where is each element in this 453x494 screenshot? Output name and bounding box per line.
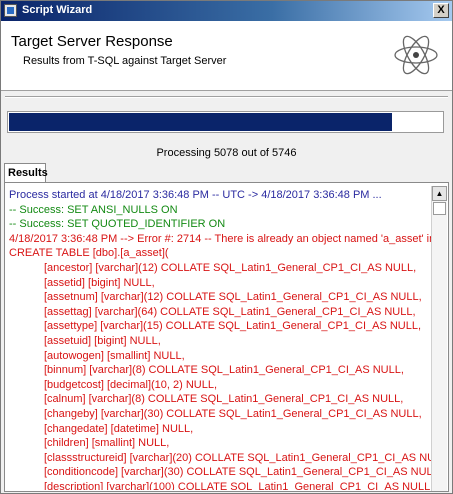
log-line: -- Success: SET ANSI_NULLS ON <box>9 203 178 216</box>
app-icon <box>4 4 17 17</box>
results-pane[interactable]: Process started at 4/18/2017 3:36:48 PM … <box>4 182 449 492</box>
log-line: [changeby] [varchar](30) COLLATE SQL_Lat… <box>44 407 422 420</box>
log-line: [autowogen] [smallint] NULL, <box>44 349 185 362</box>
log-line: [description] [varchar](100) COLLATE SQL… <box>44 480 431 490</box>
log-line: [ancestor] [varchar](12) COLLATE SQL_Lat… <box>44 261 417 274</box>
scroll-up-icon[interactable]: ▲ <box>432 186 447 201</box>
log-line: -- Success: SET QUOTED_IDENTIFIER ON <box>9 218 226 231</box>
vertical-scrollbar[interactable]: ▲ <box>431 186 447 491</box>
log-line: [assetuid] [bigint] NULL, <box>44 334 161 347</box>
close-button[interactable]: X <box>433 3 449 18</box>
log-line: [assettype] [varchar](15) COLLATE SQL_La… <box>44 320 422 333</box>
scroll-thumb[interactable] <box>433 202 446 215</box>
log-line: [binnum] [varchar](8) COLLATE SQL_Latin1… <box>44 364 404 377</box>
log-line: [assetid] [bigint] NULL, <box>44 276 155 289</box>
log-line: [assetnum] [varchar](12) COLLATE SQL_Lat… <box>44 291 422 304</box>
log-line: [calnum] [varchar](8) COLLATE SQL_Latin1… <box>44 393 404 406</box>
title-bar[interactable]: Script Wizard X <box>1 1 452 21</box>
log-line: CREATE TABLE [dbo].[a_asset]( <box>9 247 169 260</box>
window-title: Script Wizard <box>22 4 93 16</box>
log-line: 4/18/2017 3:36:48 PM --> Error #: 2714 -… <box>9 232 431 245</box>
wizard-header: Target Server Response Results from T-SQ… <box>1 21 452 91</box>
atom-icon <box>394 35 438 75</box>
log-line: [assettag] [varchar](64) COLLATE SQL_Lat… <box>44 305 416 318</box>
log-line: [children] [smallint] NULL, <box>44 437 170 450</box>
log-line: [classstructureid] [varchar](20) COLLATE… <box>44 451 431 464</box>
results-log[interactable]: Process started at 4/18/2017 3:36:48 PM … <box>9 188 431 490</box>
log-line: [conditioncode] [varchar](30) COLLATE SQ… <box>44 466 431 479</box>
page-subtitle: Results from T-SQL against Target Server <box>23 55 227 67</box>
tab-results[interactable]: Results <box>4 163 48 182</box>
log-line: [changedate] [datetime] NULL, <box>44 422 194 435</box>
progress-bar <box>7 111 444 133</box>
log-line: [budgetcost] [decimal](10, 2) NULL, <box>44 378 218 391</box>
progress-fill <box>9 113 392 131</box>
log-line: Process started at 4/18/2017 3:36:48 PM … <box>9 189 382 201</box>
page-title: Target Server Response <box>11 33 173 50</box>
header-separator <box>5 96 448 98</box>
script-wizard-window: Script Wizard X Target Server Response R… <box>0 0 453 494</box>
progress-status: Processing 5078 out of 5746 <box>156 147 297 159</box>
